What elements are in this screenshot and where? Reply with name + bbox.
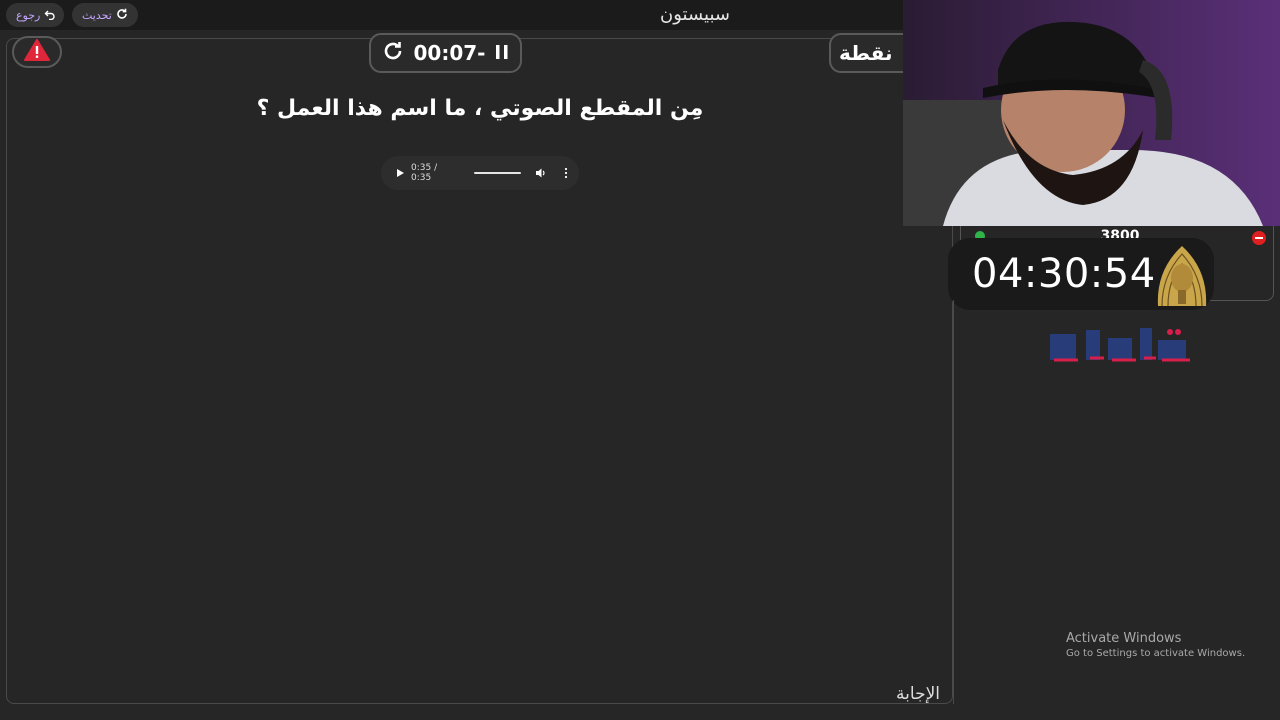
more-options-icon[interactable]: [561, 167, 571, 179]
volume-icon[interactable]: [535, 167, 547, 179]
pause-icon[interactable]: [495, 41, 509, 65]
panel-divider: [953, 300, 954, 704]
channel-logo: [1046, 320, 1192, 370]
refresh-label: تحديث: [82, 8, 112, 22]
windows-activation-watermark: Activate Windows Go to Settings to activ…: [1066, 631, 1245, 659]
timer-control: 00:07-: [369, 33, 522, 73]
back-label: رجوع: [16, 8, 41, 22]
pharaoh-icon: [1148, 240, 1216, 308]
warning-icon: [24, 39, 50, 65]
back-button[interactable]: رجوع: [6, 3, 64, 27]
webcam-feed: [903, 0, 1280, 226]
question-board: [6, 38, 953, 704]
activate-subtitle: Go to Settings to activate Windows.: [1066, 648, 1246, 659]
reset-timer-icon[interactable]: [382, 40, 404, 67]
countdown-time: 04:30:54: [972, 251, 1156, 297]
audio-progress-slider[interactable]: [473, 172, 521, 174]
question-text: مِن المقطع الصوتي ، ما اسم هذا العمل ؟: [256, 96, 704, 121]
refresh-button[interactable]: تحديث: [72, 3, 138, 27]
game-title: سبيستون: [660, 4, 730, 25]
activate-title: Activate Windows: [1066, 631, 1182, 646]
answer-label: الإجابة: [896, 684, 940, 704]
undo-icon: [44, 8, 56, 23]
audio-player[interactable]: 0:35 / 0:35: [381, 156, 579, 190]
score-label: نقطة: [839, 41, 893, 65]
timer-value: 00:07-: [413, 41, 486, 65]
play-icon[interactable]: [393, 166, 407, 180]
report-button[interactable]: [12, 36, 62, 68]
refresh-icon: [116, 8, 128, 23]
remove-button[interactable]: [1252, 231, 1266, 245]
audio-time: 0:35 / 0:35: [411, 163, 438, 183]
